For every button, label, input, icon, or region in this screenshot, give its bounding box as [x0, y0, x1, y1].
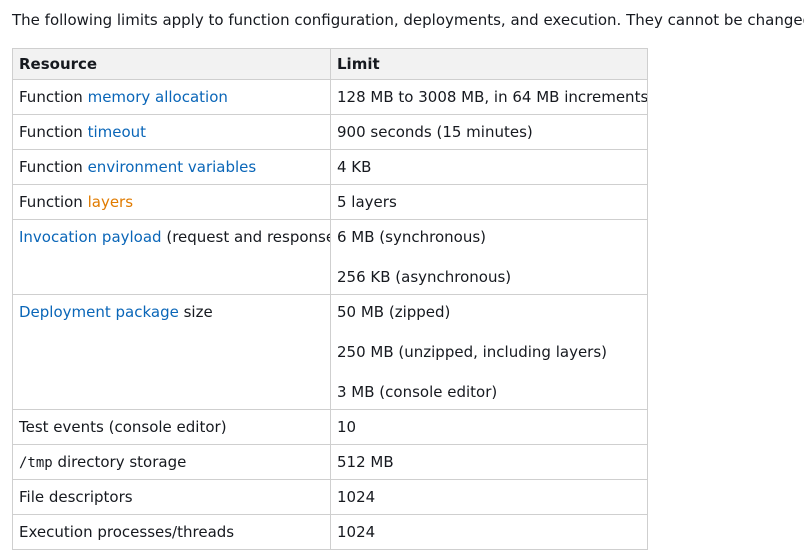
resource-cell: File descriptors: [12, 479, 331, 515]
limit-cell: 900 seconds (15 minutes): [330, 114, 648, 150]
table-row: Function memory allocation 128 MB to 300…: [12, 79, 648, 115]
limit-value: 50 MB (zipped): [337, 303, 451, 321]
limit-value: 128 MB to 3008 MB, in 64 MB increments.: [337, 88, 648, 106]
limit-cell: 128 MB to 3008 MB, in 64 MB increments.: [330, 79, 648, 115]
limit-value: 1024: [337, 523, 376, 541]
table-row: /tmp directory storage 512 MB: [12, 444, 648, 480]
resource-cell: Test events (console editor): [12, 409, 331, 445]
limit-value: 3 MB (console editor): [337, 383, 498, 401]
limit-value: 1024: [337, 488, 376, 506]
table-row: Function timeout 900 seconds (15 minutes…: [12, 114, 648, 150]
resource-cell: Execution processes/threads: [12, 514, 331, 550]
table-row: Test events (console editor) 10: [12, 409, 648, 445]
limit-cell: 4 KB: [330, 149, 648, 185]
limit-value: 10: [337, 418, 357, 436]
limit-cell: 6 MB (synchronous) 256 KB (asynchronous): [330, 219, 648, 295]
limit-cell: 1024: [330, 514, 648, 550]
resource-cell: Function environment variables: [12, 149, 331, 185]
limit-value: 4 KB: [337, 158, 372, 176]
limit-cell: 10: [330, 409, 648, 445]
tmp-code: /tmp: [19, 455, 53, 471]
link-timeout[interactable]: timeout: [88, 123, 146, 141]
limits-table: Resource Limit Function memory allocatio…: [12, 48, 648, 550]
table-row: Deployment package size 50 MB (zipped) 25…: [12, 294, 648, 410]
resource-cell: /tmp directory storage: [12, 444, 331, 480]
intro-text: The following limits apply to function c…: [12, 11, 804, 29]
link-environment-variables[interactable]: environment variables: [88, 158, 257, 176]
resource-prefix: Function: [19, 123, 88, 141]
resource-suffix: size: [178, 303, 213, 321]
table-row: Function layers 5 layers: [12, 184, 648, 220]
resource-prefix: Function: [19, 88, 88, 106]
limit-value: 5 layers: [337, 193, 397, 211]
table-row: Function environment variables 4 KB: [12, 149, 648, 185]
limit-cell: 512 MB: [330, 444, 648, 480]
link-invocation-payload[interactable]: Invocation payload: [19, 228, 162, 246]
resource-cell: Invocation payload (request and response…: [12, 219, 331, 295]
limit-value: 6 MB (synchronous): [337, 228, 486, 246]
header-resource: Resource: [12, 48, 331, 80]
link-memory-allocation[interactable]: memory allocation: [88, 88, 228, 106]
resource-prefix: Function: [19, 193, 88, 211]
resource-suffix: directory storage: [52, 453, 187, 471]
resource-cell: Function timeout: [12, 114, 331, 150]
link-deployment-package[interactable]: Deployment package: [19, 303, 179, 321]
limit-value: 512 MB: [337, 453, 394, 471]
resource-cell: Deployment package size: [12, 294, 331, 410]
resource-cell: Function layers: [12, 184, 331, 220]
limit-cell: 1024: [330, 479, 648, 515]
limit-value: 250 MB (unzipped, including layers): [337, 343, 608, 361]
table-row: Invocation payload (request and response…: [12, 219, 648, 295]
table-row: Execution processes/threads 1024: [12, 514, 648, 550]
limit-value: 256 KB (asynchronous): [337, 268, 512, 286]
table-row: File descriptors 1024: [12, 479, 648, 515]
link-layers[interactable]: layers: [88, 193, 133, 211]
resource-suffix: (request and response): [161, 228, 331, 246]
header-limit: Limit: [330, 48, 648, 80]
limit-cell: 50 MB (zipped) 250 MB (unzipped, includin…: [330, 294, 648, 410]
resource-prefix: Function: [19, 158, 88, 176]
table-header-row: Resource Limit: [12, 48, 648, 80]
limit-value: 900 seconds (15 minutes): [337, 123, 533, 141]
resource-cell: Function memory allocation: [12, 79, 331, 115]
limit-cell: 5 layers: [330, 184, 648, 220]
